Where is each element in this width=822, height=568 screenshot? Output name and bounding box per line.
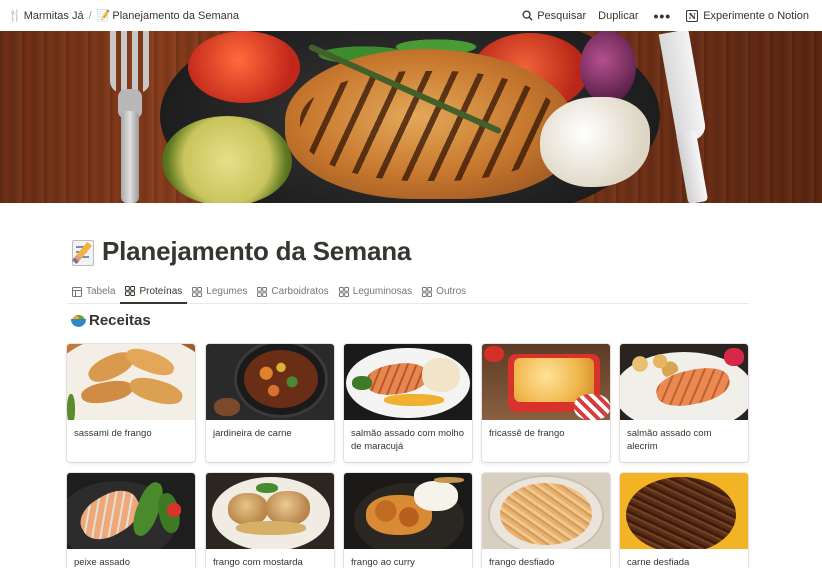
page-title: Planejamento da Semana [102, 236, 412, 266]
tab-outros[interactable]: Outros [417, 280, 471, 303]
card-title: frango desfiado [489, 557, 555, 568]
gallery-card-fricasse[interactable]: fricassê de frango [482, 344, 610, 462]
database-view-tabs: Tabela Proteínas Legumes Carboidratos Le… [67, 280, 749, 304]
page-header: Planejamento da Semana [71, 236, 411, 267]
search-label: Pesquisar [537, 9, 587, 22]
tab-label: Leguminosas [352, 286, 413, 297]
try-notion-label: Experimente o Notion [703, 9, 809, 22]
card-title: salmão assado com alecrim [627, 428, 712, 452]
tab-legumes[interactable]: Legumes [187, 280, 252, 303]
try-notion-button[interactable]: N Experimente o Notion [681, 7, 814, 25]
top-bar: 🍴 Marmitas Já / 📝 Planejamento da Semana… [0, 0, 822, 31]
gallery-card-jardineira[interactable]: jardineira de carne [206, 344, 334, 462]
memo-icon[interactable] [71, 237, 98, 267]
gallery-icon [192, 286, 203, 297]
gallery-icon [422, 286, 433, 297]
card-cover-image [206, 473, 334, 549]
gallery-card-salmao-alecrim[interactable]: salmão assado com alecrim [620, 344, 748, 462]
tab-proteinas[interactable]: Proteínas [120, 280, 188, 304]
card-cover-image [620, 344, 748, 420]
card-cover-image [482, 344, 610, 420]
memo-icon: 📝 [96, 10, 111, 22]
tab-label: Proteínas [139, 285, 183, 297]
search-button[interactable]: Pesquisar [517, 7, 591, 25]
breadcrumb: 🍴 Marmitas Já / 📝 Planejamento da Semana [8, 9, 239, 23]
card-cover-image [67, 344, 195, 420]
tab-carboidratos[interactable]: Carboidratos [252, 280, 333, 303]
card-title: jardineira de carne [213, 428, 292, 439]
search-icon [522, 10, 533, 21]
card-title: peixe assado [74, 557, 130, 568]
breadcrumb-label: Marmitas Já [23, 9, 84, 22]
gallery-card-frango-desfiado[interactable]: frango desfiado [482, 473, 610, 568]
card-cover-image [344, 344, 472, 420]
tab-leguminosas[interactable]: Leguminosas [334, 280, 417, 303]
tab-tabela[interactable]: Tabela [67, 280, 120, 303]
card-cover-image [206, 344, 334, 420]
tab-label: Outros [436, 286, 467, 297]
tab-label: Legumes [206, 286, 248, 297]
table-icon [72, 286, 82, 297]
fork-icon [108, 31, 152, 203]
tab-label: Carboidratos [271, 286, 329, 297]
knife-icon [658, 31, 722, 203]
card-cover-image [344, 473, 472, 549]
gallery-card-carne-desfiada[interactable]: carne desfiada [620, 473, 748, 568]
notion-logo-icon: N [686, 9, 699, 22]
fork-knife-icon: 🍴 [8, 10, 22, 22]
gallery-icon [338, 286, 349, 297]
gallery-card-salmao-maracuja[interactable]: salmão assado com molho de maracujá [344, 344, 472, 462]
card-cover-image [620, 473, 748, 549]
gallery-card-frango-mostarda[interactable]: frango com mostarda [206, 473, 334, 568]
card-title: frango ao curry [351, 557, 415, 568]
breadcrumb-separator: / [88, 9, 92, 22]
gallery-card-sassami[interactable]: sassami de frango [67, 344, 195, 462]
duplicate-button[interactable]: Duplicar [593, 7, 643, 25]
gallery-card-frango-curry[interactable]: frango ao curry [344, 473, 472, 568]
gallery-title[interactable]: Receitas [70, 312, 151, 329]
duplicate-label: Duplicar [598, 9, 639, 22]
more-options-button[interactable]: ••• [646, 8, 680, 24]
breadcrumb-item-planejamento[interactable]: 📝 Planejamento da Semana [96, 9, 239, 23]
tab-label: Tabela [86, 286, 116, 297]
card-title: frango com mostarda [213, 557, 303, 568]
card-title: carne desfiada [627, 557, 690, 568]
gallery-icon [125, 286, 136, 296]
card-cover-image [67, 473, 195, 549]
more-icon: ••• [653, 7, 672, 24]
card-title: sassami de frango [74, 428, 152, 439]
page-cover-image[interactable] [0, 31, 822, 203]
card-cover-image [482, 473, 610, 549]
bowl-icon [70, 312, 87, 329]
card-title: fricassê de frango [489, 428, 565, 439]
gallery-card-peixe[interactable]: peixe assado [67, 473, 195, 568]
breadcrumb-label: Planejamento da Semana [112, 9, 239, 22]
card-title: salmão assado com molho de maracujá [351, 428, 464, 452]
breadcrumb-item-marmitas[interactable]: 🍴 Marmitas Já [8, 9, 84, 23]
gallery-icon [257, 286, 268, 297]
gallery-title-label: Receitas [89, 312, 151, 329]
